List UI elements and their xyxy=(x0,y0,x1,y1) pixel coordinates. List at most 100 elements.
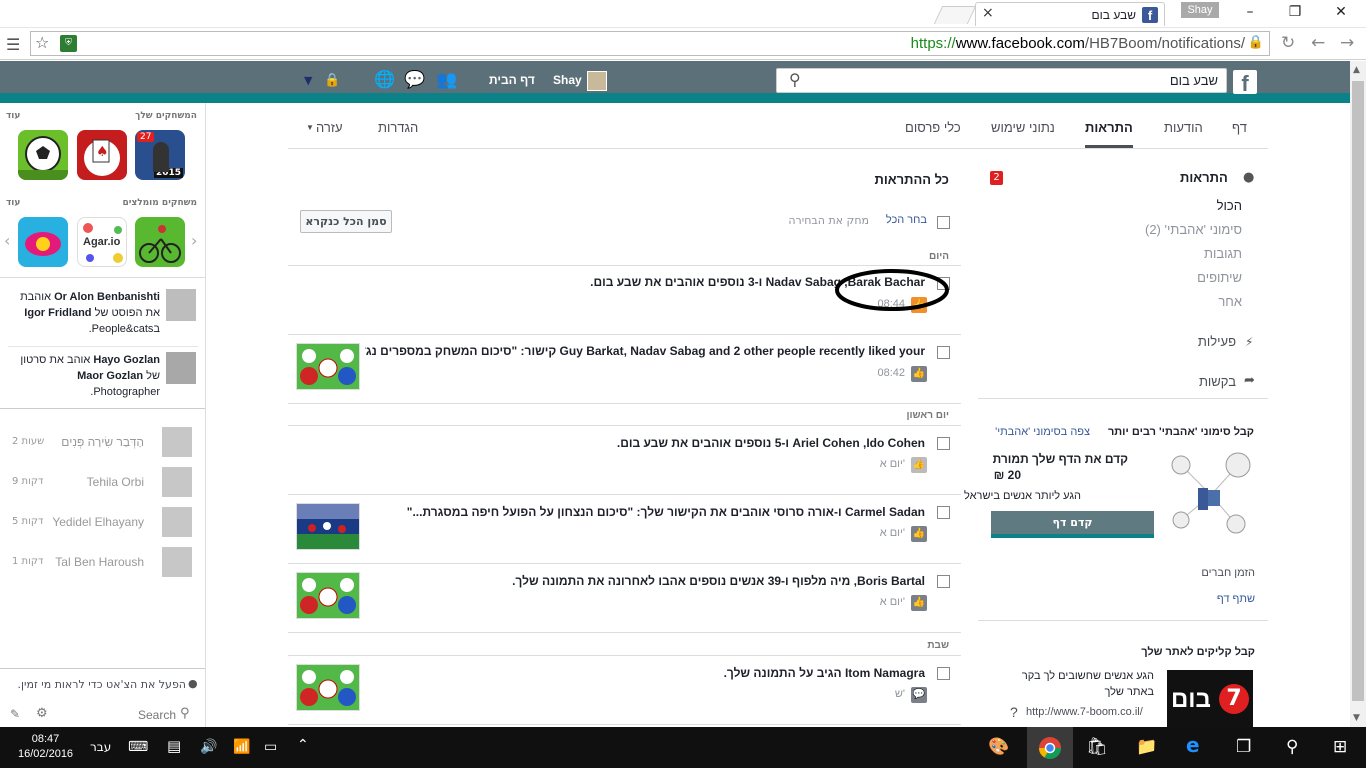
website-url[interactable]: http://www.7-boom.co.il/ xyxy=(1026,706,1143,718)
chat-contact[interactable]: 9 דקות Tehila Orbi xyxy=(0,465,196,499)
compose-icon[interactable]: ✎ xyxy=(10,707,20,721)
tab-messages[interactable]: הודעות xyxy=(1164,120,1203,135)
tab-notifications[interactable]: התראות xyxy=(1085,120,1133,148)
carousel-right-icon[interactable]: › xyxy=(191,231,197,250)
battery-icon[interactable]: ▭ xyxy=(264,739,277,755)
start-windows-icon[interactable]: ⊞ xyxy=(1333,737,1347,757)
search-icon[interactable]: ⚲ xyxy=(789,70,801,89)
ticker-item[interactable]: Hayo Gozlan אוהב את סרטון של Maor Gozlan… xyxy=(8,352,160,400)
feed-photo[interactable] xyxy=(166,352,196,384)
game-agario-icon[interactable]: Agar.io xyxy=(77,217,127,267)
notification-text[interactable]: Guy Barkat, Nadav Sabag and 2 other peop… xyxy=(365,344,925,358)
scroll-up-icon[interactable]: ▲ xyxy=(1353,65,1360,75)
tab-insights[interactable]: נתוני שימוש xyxy=(991,120,1055,135)
file-explorer-icon[interactable]: 📁 xyxy=(1136,737,1157,757)
notification-text[interactable]: Ariel Cohen ,Ido Cohen ו-5 נוספים אוהבים… xyxy=(617,436,925,450)
select-all-checkbox[interactable] xyxy=(937,216,950,229)
photo-thumbnail[interactable] xyxy=(296,664,360,711)
notifications-menu-title[interactable]: התראות xyxy=(1180,170,1228,185)
system-clock[interactable]: 08:47 16/02/2016 xyxy=(18,732,73,762)
tab-page[interactable]: דף xyxy=(1232,120,1247,135)
invite-friends-link[interactable]: הזמן חברים xyxy=(1201,567,1255,579)
feed-photo[interactable] xyxy=(166,289,196,321)
filter-other[interactable]: אחר xyxy=(1218,294,1242,309)
carousel-left-icon[interactable]: ‹ xyxy=(4,231,10,250)
minimize-icon[interactable]: – xyxy=(1240,4,1260,20)
notification-row[interactable]: Itom Namagra הגיב על התמונה שלך. ש' 💬 xyxy=(288,656,961,725)
share-page-link[interactable]: שתף דף xyxy=(1217,593,1255,605)
view-likes-link[interactable]: צפה בסימוני 'אהבתי' xyxy=(995,426,1090,438)
notification-text[interactable]: Carmel Sadan ו-אורה סרוסי אוהבים את הקיש… xyxy=(407,505,925,519)
promote-page-button[interactable]: קדם דף xyxy=(991,511,1154,538)
keyboard-icon[interactable]: ⌨ xyxy=(128,739,148,755)
row-checkbox[interactable] xyxy=(937,346,950,359)
chat-contact[interactable]: 5 דקות Yedidel Elhayany xyxy=(0,505,196,539)
maximize-icon[interactable]: ❐ xyxy=(1285,4,1305,20)
messages-icon[interactable]: 💬 xyxy=(404,70,425,90)
chat-search-input[interactable]: Search xyxy=(138,708,176,722)
tab-help[interactable]: עזרה xyxy=(316,120,343,135)
bookmark-star-icon[interactable]: ☆ xyxy=(35,33,49,52)
gear-icon[interactable]: ⚙ xyxy=(36,706,48,721)
row-checkbox[interactable] xyxy=(937,575,950,588)
notification-row[interactable]: Carmel Sadan ו-אורה סרוסי אוהבים את הקיש… xyxy=(288,495,961,564)
scroll-down-icon[interactable]: ▼ xyxy=(1353,713,1360,723)
chat-contact[interactable]: 2 שעות הַדְּבַר שִׂירַה פְּנִים xyxy=(0,425,196,459)
browser-user-badge[interactable]: Shay xyxy=(1181,2,1219,18)
facebook-logo-icon[interactable]: f xyxy=(1233,70,1257,96)
notification-row[interactable]: Nadav Sabag ,Barak Bachar ו-3 נוספים אוה… xyxy=(288,266,961,335)
menu-icon[interactable]: ☰ xyxy=(6,35,20,54)
notification-text[interactable]: Boris Bartal, מיה מלפוף ו-39 אנשים נוספי… xyxy=(512,574,925,588)
edge-icon[interactable]: e xyxy=(1186,733,1200,757)
clear-selection-link[interactable]: מחק את הבחירה xyxy=(788,214,869,227)
show-hidden-icons[interactable]: ⌃ xyxy=(297,737,309,753)
back-icon[interactable]: ← xyxy=(1311,33,1325,53)
extension-icon[interactable]: ⛨ xyxy=(60,35,77,52)
search-icon[interactable]: ⚲ xyxy=(1286,737,1298,757)
activity-link[interactable]: פעילות xyxy=(1198,334,1236,349)
site-logo[interactable]: בום 7 xyxy=(1167,670,1253,727)
profile-link[interactable]: Shay xyxy=(553,73,582,87)
mark-all-read-button[interactable]: סמן הכל כנקרא xyxy=(300,210,392,233)
volume-icon[interactable]: 🔊 xyxy=(200,739,217,755)
network-icon[interactable]: 📶 xyxy=(233,739,250,755)
search-input[interactable]: שבע בום ⚲ xyxy=(776,68,1227,93)
row-checkbox[interactable] xyxy=(937,506,950,519)
requests-link[interactable]: בקשות xyxy=(1199,374,1236,389)
scrollbar-thumb[interactable] xyxy=(1352,81,1364,701)
game-soccer-icon[interactable] xyxy=(18,130,68,180)
notification-row[interactable]: Boris Bartal, מיה מלפוף ו-39 אנשים נוספי… xyxy=(288,564,961,633)
game-candy-icon[interactable] xyxy=(18,217,68,267)
privacy-lock-icon[interactable]: 🔒 xyxy=(324,73,340,88)
chat-contact[interactable]: 1 דקות Tal Ben Haroush xyxy=(0,545,196,579)
avatar[interactable] xyxy=(587,71,607,91)
reload-icon[interactable]: ↻ xyxy=(1281,33,1295,53)
ticker-item[interactable]: Or Alon Benbanishti אוהבת את הפוסט של Ig… xyxy=(8,289,160,337)
game-bmx-icon[interactable] xyxy=(135,217,185,267)
filter-comments[interactable]: תגובות xyxy=(1204,246,1242,261)
close-tab-icon[interactable]: × xyxy=(982,5,994,21)
page-scrollbar[interactable]: ▲ ▼ xyxy=(1350,61,1366,727)
select-all-link[interactable]: בחר הכל xyxy=(886,214,927,226)
chevron-down-icon[interactable]: ▼ xyxy=(304,74,312,87)
task-view-icon[interactable]: ❐ xyxy=(1236,737,1251,757)
row-checkbox[interactable] xyxy=(937,667,950,680)
chevron-down-icon[interactable]: ▼ xyxy=(306,123,314,132)
filter-likes[interactable]: סימוני 'אהבתי' (2) xyxy=(1145,222,1242,237)
notification-text[interactable]: Itom Namagra הגיב על התמונה שלך. xyxy=(724,666,925,680)
game-2015-icon[interactable]: 27 2015 xyxy=(135,130,185,180)
help-icon[interactable]: ? xyxy=(1010,704,1018,720)
game-poker-icon[interactable]: ♠ xyxy=(77,130,127,180)
input-language[interactable]: עבר xyxy=(90,740,111,754)
globe-icon[interactable]: 🌐 xyxy=(374,70,395,90)
home-link[interactable]: דף הבית xyxy=(489,73,535,87)
close-window-icon[interactable]: ✕ xyxy=(1331,4,1351,20)
notification-row[interactable]: Ariel Cohen ,Ido Cohen ו-5 נוספים אוהבים… xyxy=(288,426,961,495)
games-more-link[interactable]: עוד xyxy=(6,111,20,121)
link-thumbnail[interactable] xyxy=(296,343,360,390)
url-text[interactable]: https://www.facebook.com/HB7Boom/notific… xyxy=(911,35,1245,52)
tab-settings[interactable]: הגדרות xyxy=(378,120,418,135)
suggested-more-link[interactable]: עוד xyxy=(6,198,20,208)
address-bar[interactable]: ☆ ⛨ https://www.facebook.com/HB7Boom/not… xyxy=(30,31,1270,56)
row-checkbox[interactable] xyxy=(937,437,950,450)
